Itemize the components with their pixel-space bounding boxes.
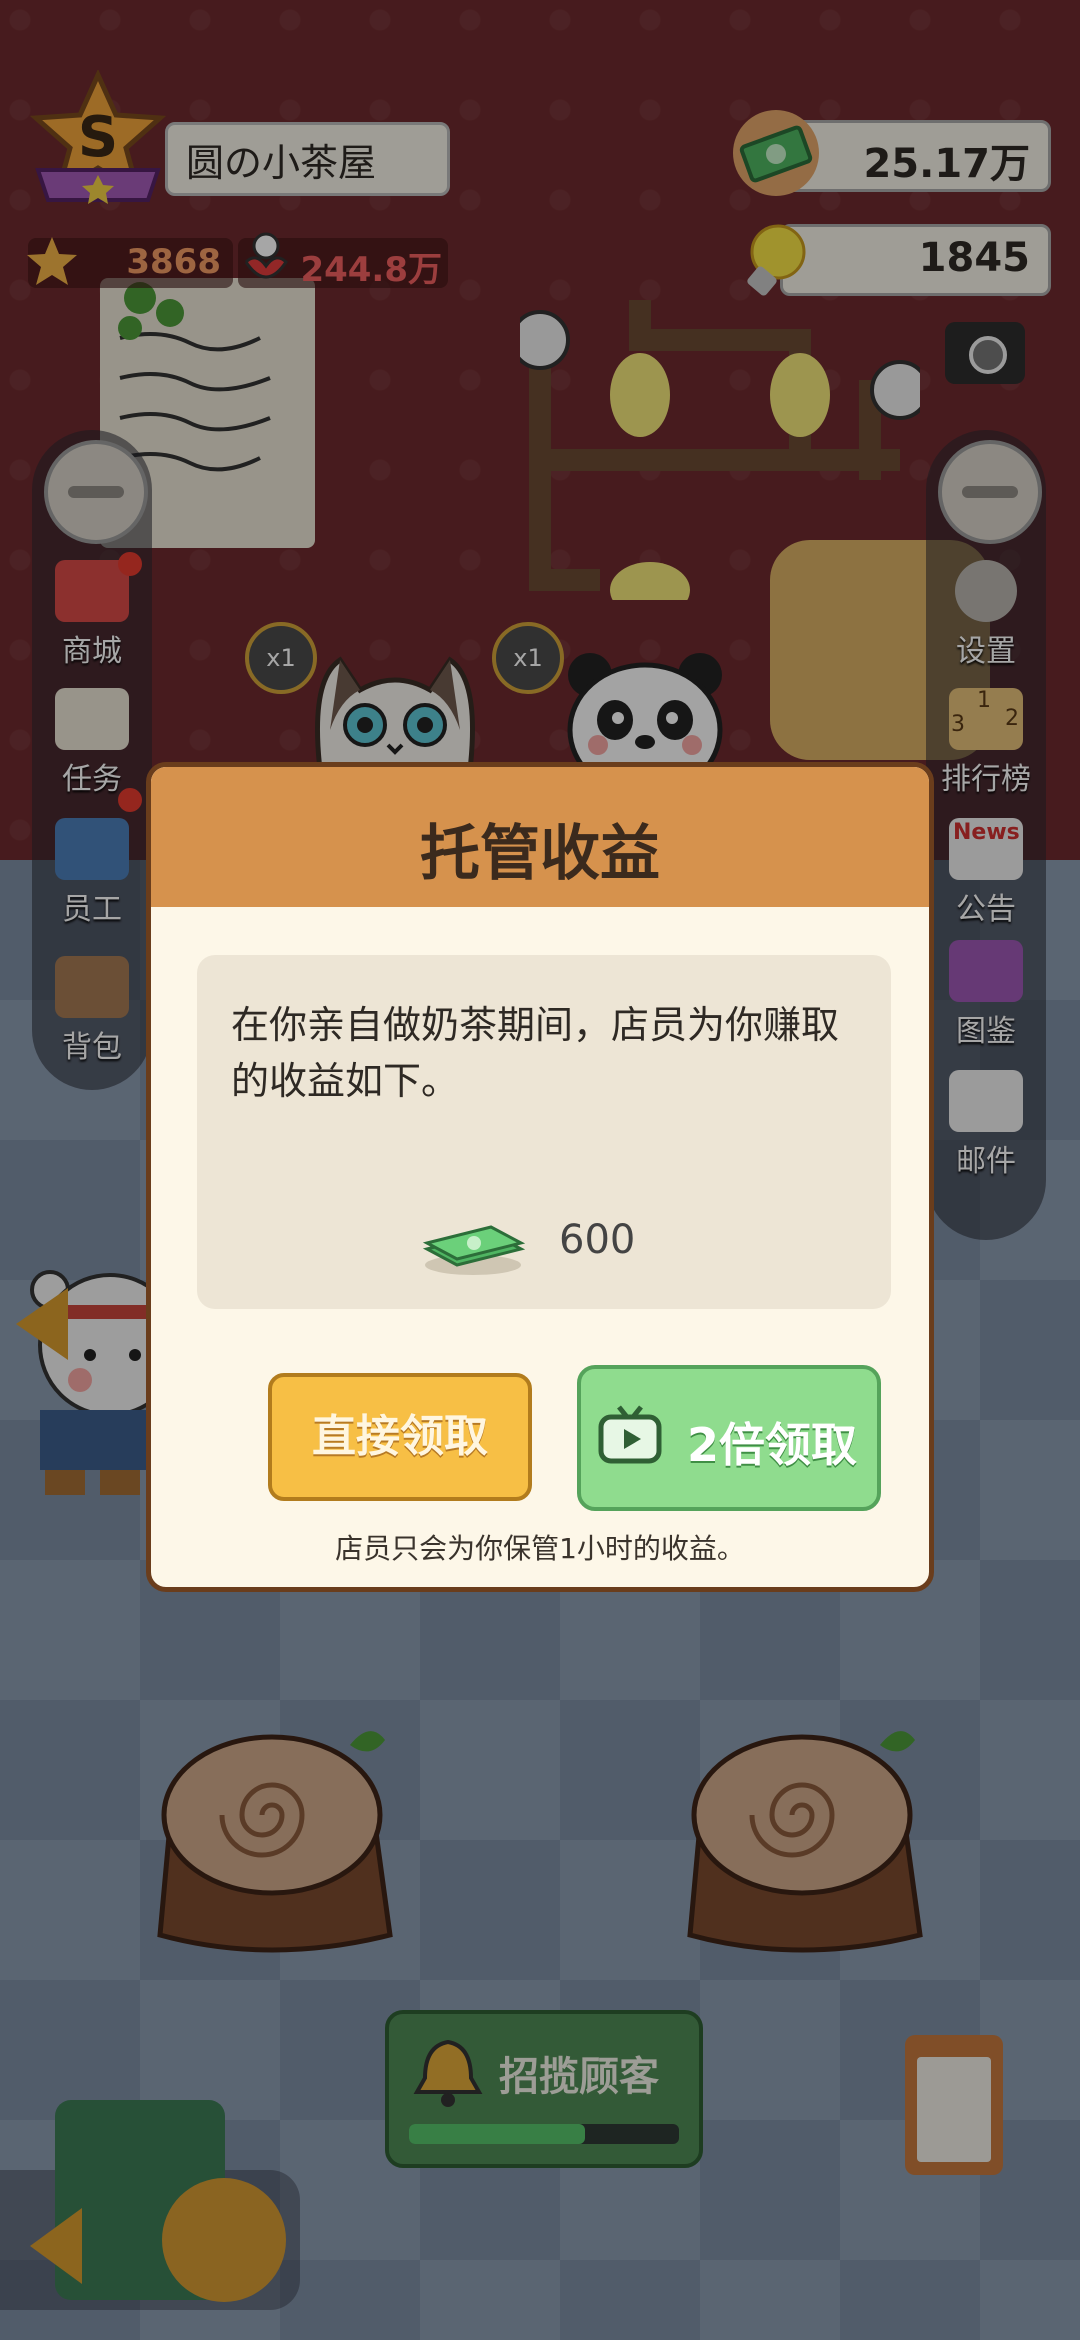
storage-limit-note: 店员只会为你保管1小时的收益。 <box>335 1532 745 1565</box>
reward-amount: 600 <box>559 1217 636 1263</box>
dialog-title: 托管收益 <box>420 819 660 889</box>
earnings-message-box: 在你亲自做奶茶期间，店员为你赚取的收益如下。 600 <box>197 955 891 1309</box>
video-ad-icon <box>598 1405 662 1464</box>
managed-earnings-dialog: 托管收益 在你亲自做奶茶期间，店员为你赚取的收益如下。 600 直接领取 2倍领… <box>146 762 934 1592</box>
claim-direct-button[interactable]: 直接领取 <box>268 1373 532 1501</box>
cash-stack-icon <box>422 1225 525 1275</box>
claim-double-button[interactable]: 2倍领取 <box>577 1365 881 1511</box>
claim-double-label: 2倍领取 <box>687 1418 858 1472</box>
earnings-message: 在你亲自做奶茶期间，店员为你赚取的收益如下。 <box>231 1003 840 1103</box>
